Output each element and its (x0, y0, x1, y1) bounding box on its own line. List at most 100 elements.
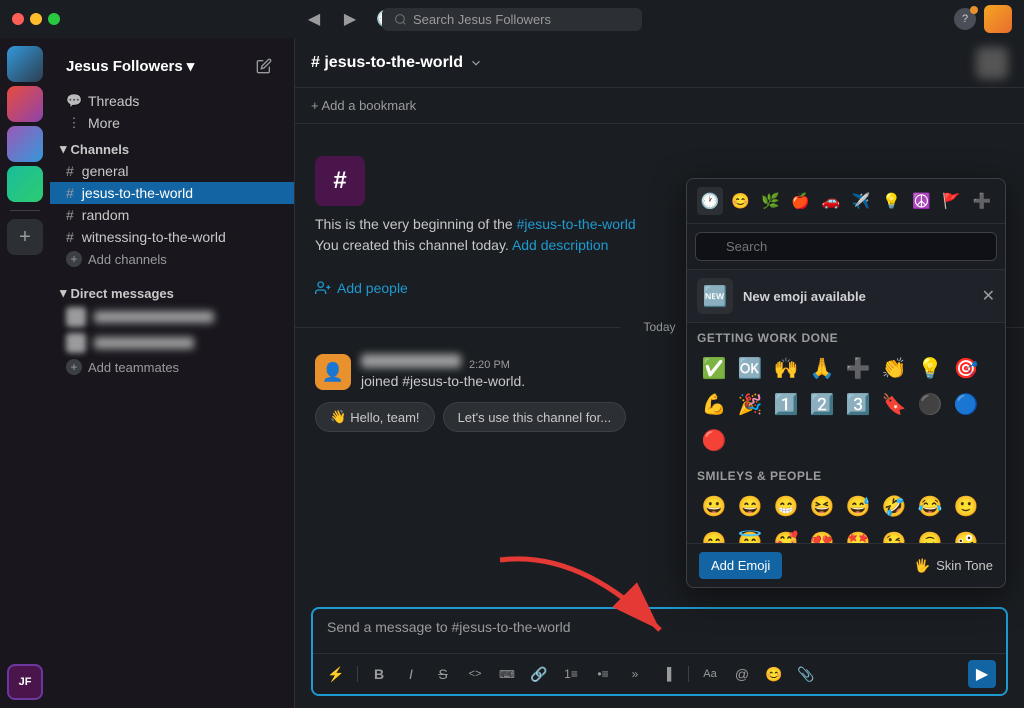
skin-tone-button[interactable]: 🖐️ Skin Tone (914, 558, 993, 574)
codeblock-button[interactable]: ⌨ (494, 661, 520, 687)
emoji-cell[interactable]: 🙏 (805, 351, 839, 385)
format-toggle-button[interactable]: Aa (697, 661, 723, 687)
dm-item-2[interactable] (50, 330, 294, 356)
emoji-tab-travel[interactable]: 🚗 (818, 187, 844, 215)
dm-header[interactable]: ▾ Direct messages (50, 282, 294, 304)
emoji-cell[interactable]: ✅ (697, 351, 731, 385)
close-button[interactable] (12, 13, 24, 25)
add-channels-button[interactable]: + Add channels (50, 248, 294, 270)
user-avatar[interactable]: JF (7, 664, 43, 700)
sidebar-item-more[interactable]: ⋮ More (50, 112, 294, 134)
mention-button[interactable]: @ (729, 661, 755, 687)
back-button[interactable]: ◀ (300, 5, 328, 33)
emoji-cell[interactable]: 🔵 (949, 387, 983, 421)
emoji-cell[interactable]: 😁 (769, 489, 803, 523)
ordered-list-button[interactable]: 1≡ (558, 661, 584, 687)
emoji-cell[interactable]: 💪 (697, 387, 731, 421)
compose-button[interactable] (250, 52, 278, 80)
forward-button[interactable]: ▶ (336, 5, 364, 33)
indent-button[interactable]: » (622, 661, 648, 687)
emoji-cell[interactable]: 😅 (841, 489, 875, 523)
workspace-name[interactable]: Jesus Followers ▾ (66, 57, 194, 75)
maximize-button[interactable] (48, 13, 60, 25)
sidebar-item-threads[interactable]: 💬 Threads (50, 90, 294, 112)
emoji-cell[interactable]: 👏 (877, 351, 911, 385)
emoji-tab-nature[interactable]: 🌿 (757, 187, 783, 215)
emoji-cell[interactable]: 🔴 (697, 423, 731, 457)
emoji-tab-symbols[interactable]: ☮️ (908, 187, 934, 215)
emoji-tab-activities[interactable]: ✈️ (848, 187, 874, 215)
emoji-cell[interactable]: 🔖 (877, 387, 911, 421)
sidebar-item-random[interactable]: # random (50, 204, 294, 226)
emoji-tab-add[interactable]: ➕ (969, 187, 995, 215)
add-bookmark-button[interactable]: + Add a bookmark (311, 98, 416, 113)
add-teammates-button[interactable]: + Add teammates (50, 356, 294, 378)
send-button[interactable]: ▶ (968, 660, 996, 688)
emoji-cell[interactable]: 🥰 (769, 525, 803, 543)
emoji-picker-tabs: 🕐 😊 🌿 🍎 🚗 ✈️ 💡 ☮️ 🚩 ➕ (687, 179, 1005, 224)
link-button[interactable]: 🔗 (526, 661, 552, 687)
emoji-cell[interactable]: 😂 (913, 489, 947, 523)
emoji-cell[interactable]: 💡 (913, 351, 947, 385)
emoji-cell[interactable]: 🆗 (733, 351, 767, 385)
emoji-cell[interactable]: ➕ (841, 351, 875, 385)
emoji-cell[interactable]: 🤩 (841, 525, 875, 543)
emoji-tab-food[interactable]: 🍎 (788, 187, 814, 215)
lightning-button[interactable]: ⚡ (323, 661, 349, 687)
emoji-cell[interactable]: 2️⃣ (805, 387, 839, 421)
emoji-cell[interactable]: 🎯 (949, 351, 983, 385)
attach-button[interactable]: 📎 (793, 661, 819, 687)
emoji-cell[interactable]: 🙌 (769, 351, 803, 385)
strikethrough-button[interactable]: S (430, 661, 456, 687)
sidebar-item-witnessing[interactable]: # witnessing-to-the-world (50, 226, 294, 248)
message-input-field[interactable]: Send a message to #jesus-to-the-world (313, 609, 1006, 653)
chip-hello[interactable]: 👋 Hello, team! (315, 402, 435, 432)
workspace-switcher-3[interactable] (7, 126, 43, 162)
channels-header[interactable]: ▾ Channels (50, 138, 294, 160)
emoji-cell[interactable]: 🎉 (733, 387, 767, 421)
emoji-cell[interactable]: 😘 (877, 525, 911, 543)
chip-channel-use[interactable]: Let's use this channel for... (443, 402, 627, 432)
channel-link[interactable]: #jesus-to-the-world (517, 216, 636, 232)
sidebar-item-general[interactable]: # general (50, 160, 294, 182)
emoji-tab-recent[interactable]: 🕐 (697, 187, 723, 215)
emoji-scroll-area[interactable]: Getting Work Done ✅ 🆗 🙌 🙏 ➕ 👏 💡 🎯 💪 🎉 1️… (687, 323, 1005, 543)
workspace-icon[interactable] (984, 5, 1012, 33)
emoji-notification-close[interactable]: ✕ (982, 286, 995, 306)
emoji-cell[interactable]: 😇 (733, 525, 767, 543)
channel-title[interactable]: # jesus-to-the-world (311, 54, 483, 72)
emoji-cell[interactable]: 🤣 (877, 489, 911, 523)
emoji-cell[interactable]: 😀 (697, 489, 731, 523)
emoji-tab-objects[interactable]: 💡 (878, 187, 904, 215)
emoji-cell[interactable]: 😊 (697, 525, 731, 543)
bold-button[interactable]: B (366, 661, 392, 687)
add-emoji-button[interactable]: Add Emoji (699, 552, 782, 579)
add-workspace-button[interactable]: + (7, 219, 43, 255)
help-button[interactable]: ? (954, 8, 976, 30)
emoji-cell[interactable]: 🤪 (949, 525, 983, 543)
workspace-switcher-1[interactable] (7, 46, 43, 82)
emoji-cell[interactable]: 😍 (805, 525, 839, 543)
emoji-search-input[interactable] (695, 232, 997, 261)
emoji-tab-smileys[interactable]: 😊 (727, 187, 753, 215)
emoji-cell[interactable]: 😆 (805, 489, 839, 523)
code-button[interactable]: <> (462, 661, 488, 687)
emoji-cell[interactable]: 🙂 (949, 489, 983, 523)
emoji-cell[interactable]: 🙃 (913, 525, 947, 543)
emoji-tab-flags[interactable]: 🚩 (939, 187, 965, 215)
emoji-cell[interactable]: 3️⃣ (841, 387, 875, 421)
emoji-cell[interactable]: 😄 (733, 489, 767, 523)
minimize-button[interactable] (30, 13, 42, 25)
add-description-link[interactable]: Add description (512, 237, 609, 253)
search-bar[interactable]: Search Jesus Followers (382, 8, 642, 31)
workspace-switcher-2[interactable] (7, 86, 43, 122)
blockquote-button[interactable]: ▐ (654, 661, 680, 687)
dm-item-1[interactable] (50, 304, 294, 330)
sidebar-item-jesus-to-the-world[interactable]: # jesus-to-the-world (50, 182, 294, 204)
italic-button[interactable]: I (398, 661, 424, 687)
emoji-cell[interactable]: ⚫ (913, 387, 947, 421)
workspace-switcher-4[interactable] (7, 166, 43, 202)
unordered-list-button[interactable]: •≡ (590, 661, 616, 687)
emoji-button[interactable]: 😊 (761, 661, 787, 687)
emoji-cell[interactable]: 1️⃣ (769, 387, 803, 421)
